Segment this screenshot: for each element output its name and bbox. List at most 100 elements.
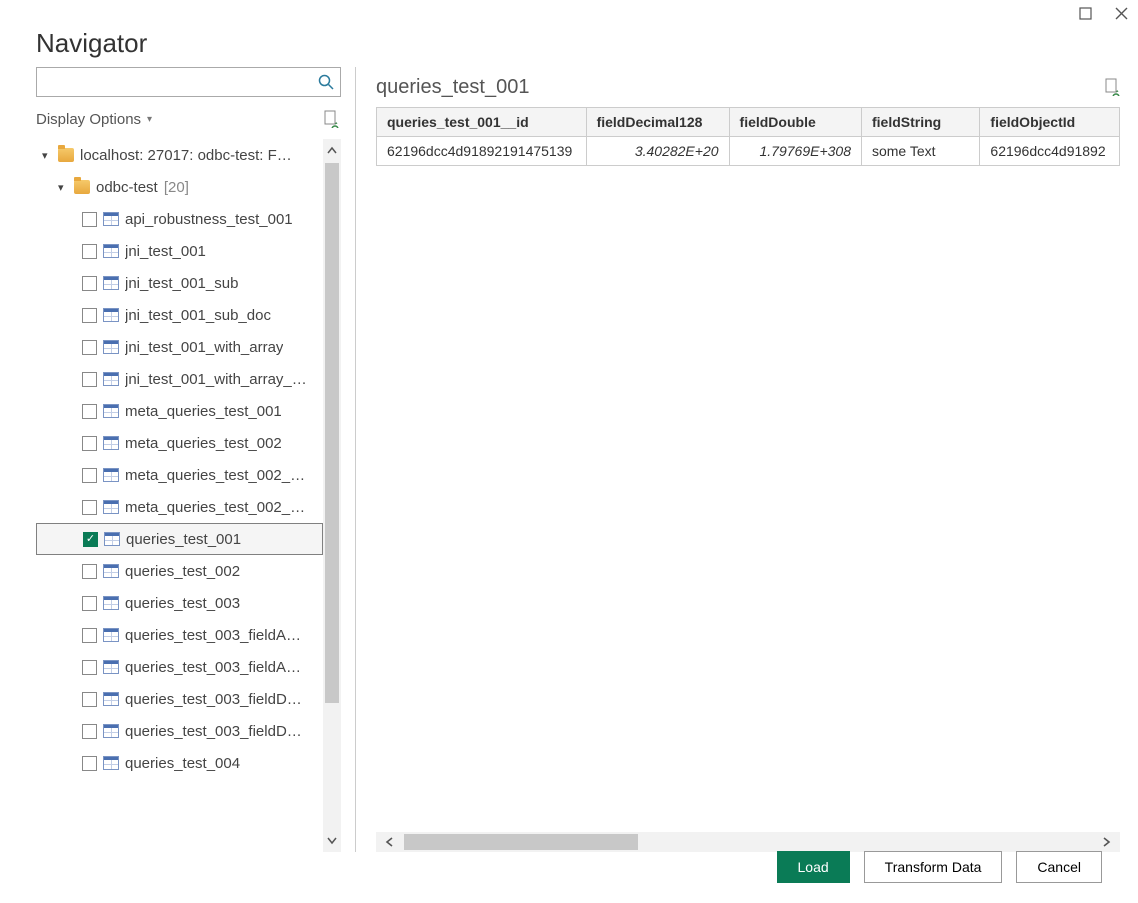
scroll-right-icon[interactable] [1092,832,1120,852]
tree-label: queries_test_003_fieldA… [125,659,301,676]
tree-node-table[interactable]: meta_queries_test_002 [36,427,323,459]
checkbox[interactable] [82,564,97,579]
column-header[interactable]: fieldString [861,108,979,137]
search-input[interactable] [37,70,312,94]
tree-node-table[interactable]: meta_queries_test_001 [36,395,323,427]
cancel-button[interactable]: Cancel [1016,851,1102,883]
scroll-thumb[interactable] [325,163,339,703]
checkbox[interactable] [82,404,97,419]
checkbox[interactable] [82,308,97,323]
table-icon [103,212,119,226]
checkbox[interactable] [82,212,97,227]
folder-icon [74,180,90,194]
checkbox[interactable]: ✓ [83,532,98,547]
tree-label: jni_test_001_sub [125,275,238,292]
tree-node-table[interactable]: queries_test_004 [36,747,323,779]
load-button[interactable]: Load [777,851,850,883]
table-icon [103,596,119,610]
scroll-up-icon[interactable] [323,139,341,163]
checkbox[interactable] [82,628,97,643]
transform-data-button[interactable]: Transform Data [864,851,1003,883]
table-icon [103,468,119,482]
tree-node-table[interactable]: queries_test_003_fieldA… [36,619,323,651]
table-icon [103,500,119,514]
column-header[interactable]: fieldDecimal128 [586,108,729,137]
table-icon [103,308,119,322]
tree-scrollbar[interactable] [323,139,341,852]
cell: 62196dcc4d91892 [980,137,1120,166]
checkbox[interactable] [82,244,97,259]
checkbox[interactable] [82,468,97,483]
table-icon [103,372,119,386]
tree-node-table[interactable]: queries_test_003 [36,587,323,619]
maximize-button[interactable] [1076,4,1094,22]
page-title: Navigator [36,28,1102,59]
column-header[interactable]: queries_test_001__id [377,108,587,137]
tree-node-table[interactable]: queries_test_003_fieldD… [36,715,323,747]
tree-label: jni_test_001_sub_doc [125,307,271,324]
checkbox[interactable] [82,756,97,771]
display-options-dropdown[interactable]: Display Options ▾ [36,111,152,128]
table-row[interactable]: 62196dcc4d91892191475139 3.40282E+20 1.7… [377,137,1120,166]
table-icon [103,244,119,258]
cell: some Text [861,137,979,166]
cell: 3.40282E+20 [586,137,729,166]
table-icon [103,340,119,354]
checkbox[interactable] [82,660,97,675]
tree-node-table[interactable]: meta_queries_test_002_… [36,491,323,523]
tree-node-database[interactable]: ▾ odbc-test [20] [36,171,323,203]
scroll-thumb[interactable] [404,834,638,850]
tree-label: meta_queries_test_001 [125,403,282,420]
tree-label: meta_queries_test_002_… [125,499,305,516]
checkbox[interactable] [82,500,97,515]
refresh-tree-icon[interactable] [323,110,341,128]
column-header[interactable]: fieldObjectId [980,108,1120,137]
refresh-preview-icon[interactable] [1104,78,1120,96]
preview-pane: queries_test_001 queries_test_001__id fi… [370,67,1120,852]
tree-label: api_robustness_test_001 [125,211,293,228]
column-header[interactable]: fieldDouble [729,108,861,137]
tree-node-table[interactable]: jni_test_001 [36,235,323,267]
preview-horizontal-scrollbar[interactable] [376,832,1120,852]
tree-node-table[interactable]: queries_test_003_fieldD… [36,683,323,715]
tree-label: meta_queries_test_002 [125,435,282,452]
tree-node-table[interactable]: jni_test_001_sub [36,267,323,299]
tree-label: queries_test_003_fieldA… [125,627,301,644]
tree-label: localhost: 27017: odbc-test: F… [80,147,292,164]
tree-node-table[interactable]: jni_test_001_sub_doc [36,299,323,331]
tree-node-table[interactable]: queries_test_002 [36,555,323,587]
tree-label: jni_test_001_with_array [125,339,283,356]
preview-title: queries_test_001 [376,76,529,99]
preview-table: queries_test_001__id fieldDecimal128 fie… [376,107,1120,166]
tree-node-table[interactable]: api_robustness_test_001 [36,203,323,235]
checkbox[interactable] [82,724,97,739]
scroll-left-icon[interactable] [376,832,404,852]
display-options-label: Display Options [36,111,141,128]
checkbox[interactable] [82,372,97,387]
navigator-left-pane: Display Options ▾ ▾ localhost: 27017: od… [36,67,356,852]
search-icon[interactable] [312,68,340,96]
close-button[interactable] [1112,4,1130,22]
table-icon [103,436,119,450]
tree-node-table[interactable]: queries_test_003_fieldA… [36,651,323,683]
tree-node-datasource[interactable]: ▾ localhost: 27017: odbc-test: F… [36,139,323,171]
table-icon [103,724,119,738]
checkbox[interactable] [82,276,97,291]
checkbox[interactable] [82,692,97,707]
tree-node-table[interactable]: jni_test_001_with_array_… [36,363,323,395]
navigator-tree: ▾ localhost: 27017: odbc-test: F… ▾ odbc… [36,139,323,852]
tree-label: queries_test_001 [126,531,241,548]
tree-node-table[interactable]: jni_test_001_with_array [36,331,323,363]
tree-node-table[interactable]: meta_queries_test_002_… [36,459,323,491]
checkbox[interactable] [82,340,97,355]
tree-label: queries_test_002 [125,563,240,580]
checkbox[interactable] [82,596,97,611]
scroll-down-icon[interactable] [323,828,341,852]
folder-icon [58,148,74,162]
tree-node-table[interactable]: ✓ queries_test_001 [36,523,323,555]
tree-label: queries_test_003_fieldD… [125,723,302,740]
table-header-row: queries_test_001__id fieldDecimal128 fie… [377,108,1120,137]
checkbox[interactable] [82,436,97,451]
chevron-down-icon: ▾ [147,114,152,125]
tree-label: jni_test_001 [125,243,206,260]
